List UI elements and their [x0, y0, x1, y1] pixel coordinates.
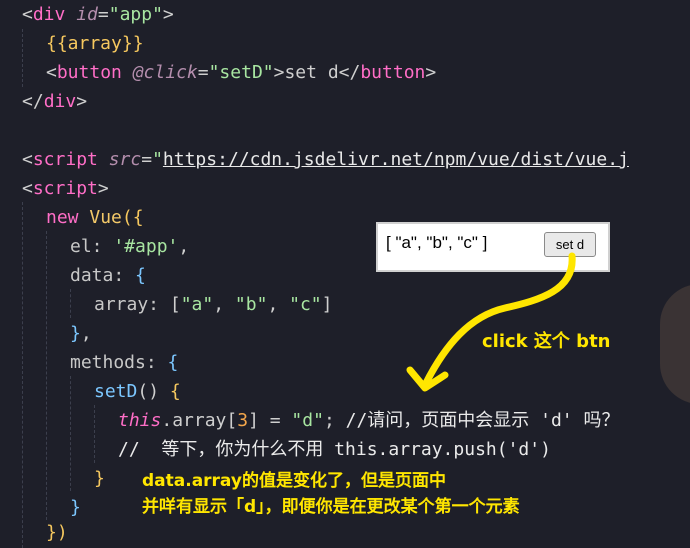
code-line-3: <button @click="setD">set d</button>	[46, 62, 437, 83]
click-note: click 这个 btn	[482, 331, 611, 352]
code-line-1: <div id="app">	[22, 4, 174, 25]
code-line-16: // 等下，你为什么不用 this.array.push('d')	[118, 439, 551, 460]
array-output: [ "a", "b", "c" ]	[386, 233, 488, 252]
code-line-12: },	[70, 323, 92, 344]
code-line-6: <script src="https://cdn.jsdelivr.net/np…	[22, 149, 629, 170]
code-line-4: </div>	[22, 91, 88, 112]
explain-line-1: data.array的值是变化了，但是页面中	[142, 471, 446, 491]
indent-guide	[70, 289, 71, 318]
indent-guide	[70, 376, 71, 491]
indent-guide	[22, 202, 23, 548]
indent-guide	[94, 405, 95, 463]
indent-guide	[46, 231, 47, 520]
code-line-10: data: {	[70, 265, 146, 286]
indent-guide	[22, 29, 23, 87]
rendered-preview: [ "a", "b", "c" ] set d	[376, 222, 610, 272]
code-line-17: }	[94, 468, 105, 489]
code-line-9: el: '#app',	[70, 236, 190, 257]
code-line-18: }	[70, 497, 81, 518]
code-line-7: <script>	[22, 178, 109, 199]
explain-line-2: 并咩有显示「d」，即便你是在更改某个第一个元素	[142, 497, 520, 517]
code-line-13: methods: {	[70, 352, 179, 373]
code-line-15: this.array[3] = "d"; //请问，页面中会显示 'd' 吗？	[118, 410, 620, 431]
code-line-14: setD() {	[94, 381, 181, 402]
code-line-11: array: ["a", "b", "c"]	[94, 294, 333, 315]
code-line-8: new Vue({	[46, 207, 144, 228]
code-line-19: })	[46, 522, 68, 543]
set-d-button[interactable]: set d	[544, 232, 596, 257]
code-line-2: {{array}}	[46, 33, 144, 54]
